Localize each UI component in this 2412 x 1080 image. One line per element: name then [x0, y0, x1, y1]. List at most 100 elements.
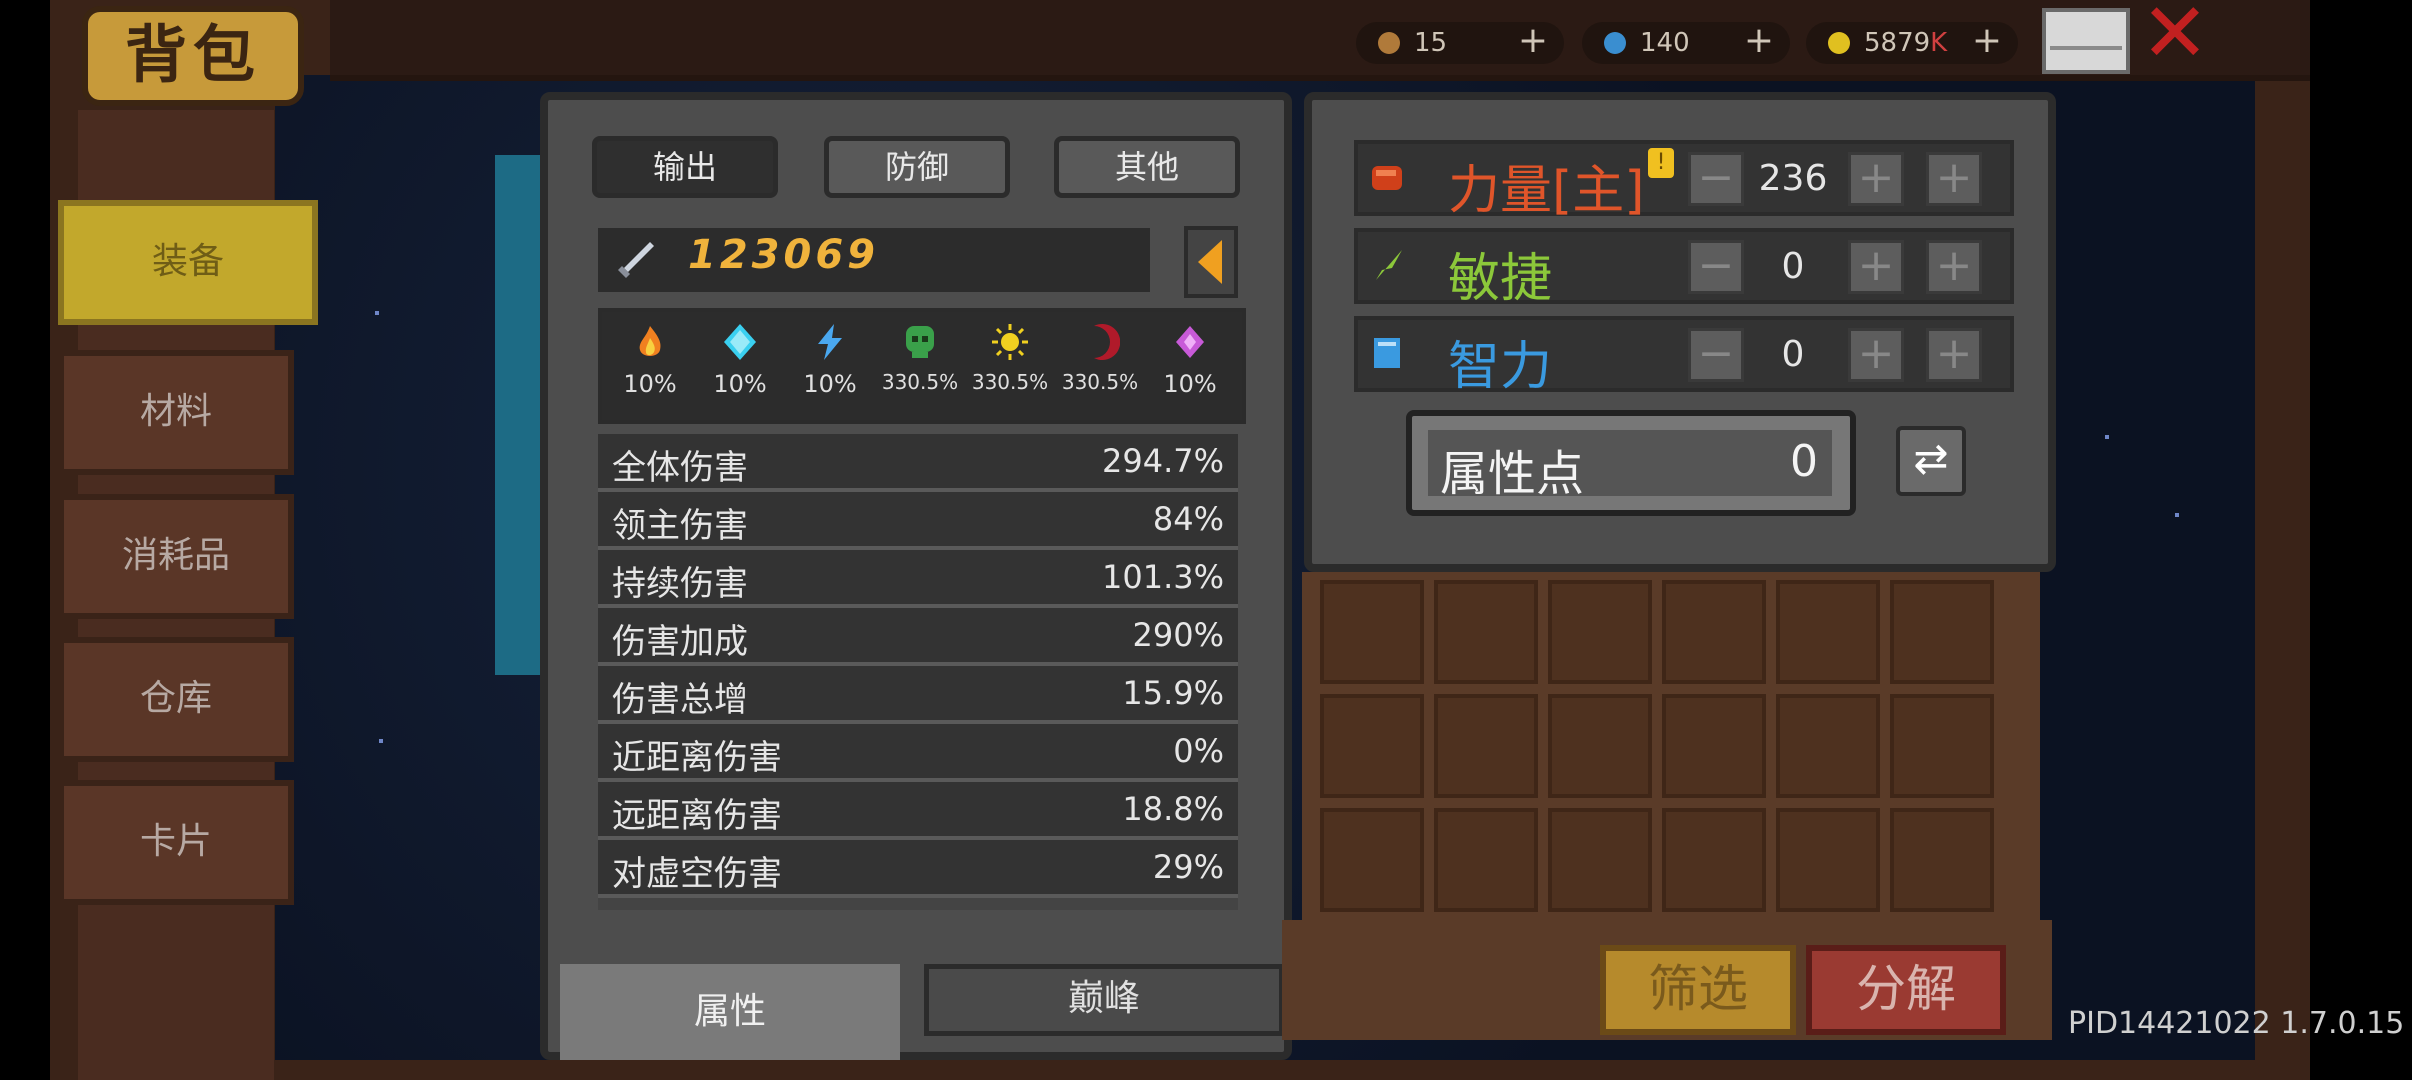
tab-attributes[interactable]: 属性 [560, 964, 900, 1060]
element-dark: 330.5% [1056, 322, 1144, 412]
sidebar-tab-consumables[interactable]: 消耗品 [58, 494, 294, 619]
currency-coin: 5879K + [1806, 20, 2018, 64]
mail-icon[interactable] [2042, 8, 2130, 74]
sidebar-tab-cards[interactable]: 卡片 [58, 780, 294, 905]
attribute-name: 敏捷 [1448, 249, 1553, 309]
star-decor [375, 311, 379, 315]
star-decor [2175, 513, 2179, 517]
inventory-slot[interactable] [1662, 580, 1766, 684]
increase-intelligence-max-button[interactable]: + [1926, 328, 1982, 382]
attribute-row-intelligence: 智力 − 0 + + [1354, 316, 2014, 397]
inventory-slot[interactable] [1776, 580, 1880, 684]
inventory-slot[interactable] [1890, 808, 1994, 912]
currency-value: 5879K [1864, 28, 1948, 58]
tab-defense[interactable]: 防御 [824, 136, 1010, 198]
inventory-slot[interactable] [1320, 580, 1424, 684]
element-damage-box: 10% 10% 10% 330.5% 330.5% 330.5% 10% [598, 308, 1246, 424]
inventory-slot[interactable] [1548, 694, 1652, 798]
sidebar-tab-equipment[interactable]: 装备 [58, 200, 318, 325]
element-ice: 10% [696, 322, 784, 412]
bag-title: 背包 [82, 6, 304, 106]
decrease-agility-button[interactable]: − [1688, 240, 1744, 294]
inventory-slot[interactable] [1320, 694, 1424, 798]
expand-arrow-button[interactable] [1184, 226, 1238, 298]
void-crystal-icon [1176, 326, 1204, 358]
stat-row: 领主伤害 84% [598, 492, 1238, 550]
attribute-value: 0 [1781, 246, 1805, 287]
filter-button[interactable]: 筛选 [1600, 945, 1796, 1035]
close-button[interactable]: ✕ [2140, 0, 2210, 75]
attribute-panel: 力量[主] ! − 236 + + 敏捷 − 0 + + 智力 − 0 + + … [1304, 92, 2056, 572]
dark-moon-icon [1094, 324, 1120, 360]
stat-row: 持续伤害 101.3% [598, 550, 1238, 608]
sidebar-tab-materials[interactable]: 材料 [58, 350, 294, 475]
tab-other[interactable]: 其他 [1054, 136, 1240, 198]
stat-row: 伤害总增 15.9% [598, 666, 1238, 724]
attribute-value: 236 [1758, 158, 1828, 199]
refresh-icon: ⇄ [1913, 434, 1949, 483]
stat-row: 伤害加成 290% [598, 608, 1238, 666]
attribute-value: 0 [1781, 334, 1805, 375]
sword-icon [618, 242, 654, 278]
tab-peak[interactable]: 巅峰 [924, 964, 1284, 1036]
inventory-slot[interactable] [1662, 694, 1766, 798]
ice-icon [724, 324, 756, 360]
increase-intelligence-button[interactable]: + [1848, 328, 1904, 382]
inventory-slot[interactable] [1890, 694, 1994, 798]
attribute-points-value: 0 [1790, 436, 1818, 487]
add-potion-button[interactable]: + [1518, 20, 1548, 62]
element-light: 330.5% [966, 322, 1054, 412]
attribute-name: 力量[主] [1448, 161, 1645, 221]
add-coin-button[interactable]: + [1972, 20, 2002, 62]
inventory-slot[interactable] [1776, 808, 1880, 912]
currency-gem: 140 + [1582, 20, 1790, 64]
inventory-slot[interactable] [1434, 580, 1538, 684]
inventory-slot[interactable] [1662, 808, 1766, 912]
feather-icon [1376, 250, 1402, 280]
attribute-points-box: 属性点 0 [1406, 410, 1856, 516]
reset-attributes-button[interactable]: ⇄ [1896, 426, 1966, 496]
currency-value: 140 [1640, 28, 1690, 58]
element-lightning: 10% [786, 322, 874, 412]
element-fire: 10% [606, 322, 694, 412]
currency-potion: 15 + [1356, 20, 1564, 64]
damage-stats-list: 全体伤害 294.7% 领主伤害 84% 持续伤害 101.3% 伤害加成 290% 伤… [598, 434, 1238, 910]
combat-power: 123069 [688, 232, 879, 278]
fire-icon [639, 326, 661, 356]
add-gem-button[interactable]: + [1744, 20, 1774, 62]
gem-icon [1604, 32, 1626, 54]
sidebar-tab-warehouse[interactable]: 仓库 [58, 637, 294, 762]
tab-output[interactable]: 输出 [592, 136, 778, 198]
decrease-strength-button[interactable]: − [1688, 152, 1744, 206]
inventory-grid [1302, 572, 2040, 942]
potion-icon [1378, 32, 1400, 54]
increase-agility-button[interactable]: + [1848, 240, 1904, 294]
inventory-slot[interactable] [1434, 694, 1538, 798]
element-void: 10% [1146, 322, 1234, 412]
attribute-name: 智力 [1448, 337, 1553, 397]
character-preview [495, 155, 545, 675]
inventory-slot[interactable] [1434, 808, 1538, 912]
inventory-slot[interactable] [1548, 580, 1652, 684]
lightning-icon [818, 324, 842, 360]
inventory-slot[interactable] [1320, 808, 1424, 912]
attribute-points-field: 属性点 0 [1428, 430, 1832, 502]
book-icon [1374, 338, 1400, 368]
primary-badge: ! [1648, 148, 1674, 178]
increase-strength-button[interactable]: + [1848, 152, 1904, 206]
stat-row: 对虚空伤害 29% [598, 840, 1238, 898]
inventory-slot[interactable] [1890, 580, 1994, 684]
inventory-slot[interactable] [1548, 808, 1652, 912]
attribute-points-label: 属性点 [1440, 446, 1585, 502]
stats-panel: 输出 防御 其他 123069 10% 10% 10% 330.5% 330.5… [540, 92, 1292, 1060]
attribute-row-strength: 力量[主] ! − 236 + + [1354, 140, 2014, 221]
light-sun-icon [992, 324, 1028, 360]
inventory-slot[interactable] [1776, 694, 1880, 798]
increase-strength-max-button[interactable]: + [1926, 152, 1982, 206]
stat-row: 全体伤害 294.7% [598, 434, 1238, 492]
element-poison: 330.5% [876, 322, 964, 412]
currency-value: 15 [1414, 28, 1448, 58]
decompose-button[interactable]: 分解 [1806, 945, 2006, 1035]
decrease-intelligence-button[interactable]: − [1688, 328, 1744, 382]
increase-agility-max-button[interactable]: + [1926, 240, 1982, 294]
